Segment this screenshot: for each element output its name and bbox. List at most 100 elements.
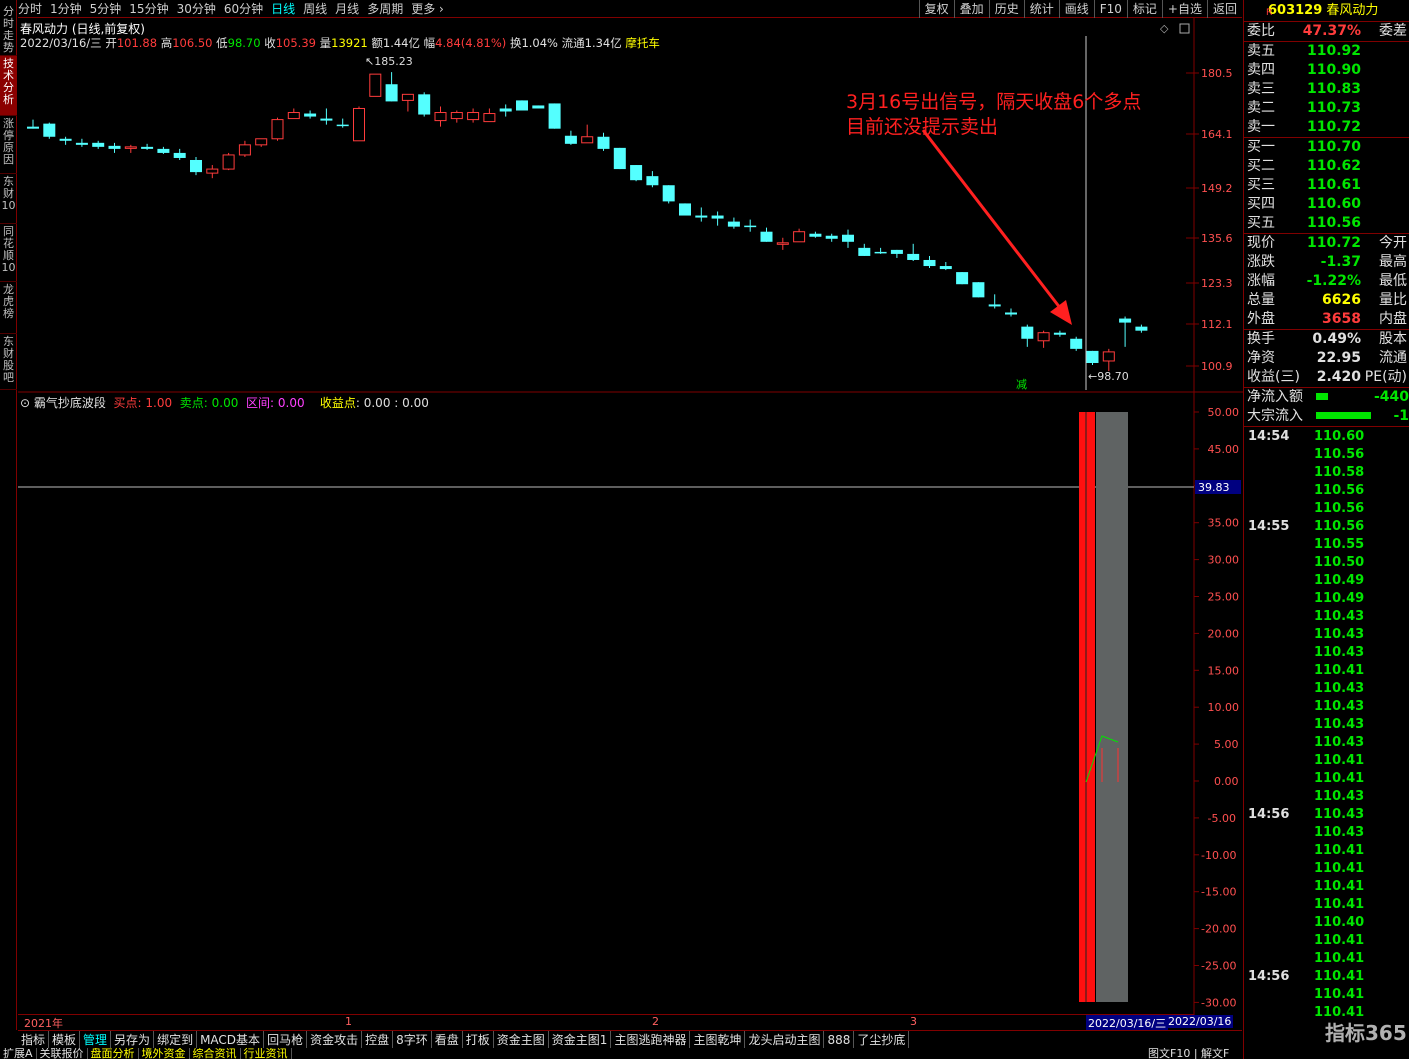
top-button-8[interactable]: 返回 [1206,0,1242,18]
left-tab-4[interactable]: 同花顺10 [0,224,17,282]
indicator-tick-label: 50.00 [1208,406,1240,419]
candle [1070,336,1083,351]
candle [727,217,740,229]
flow-bar [1316,393,1328,400]
candle [320,108,333,125]
stat-row: 外盘 3658 内盘 [1247,311,1407,327]
candle [760,227,773,242]
stats-section: 现价 110.72 今开 涨跌 -1.37 最高 涨幅 -1.22% 最低 总量 6626 量比 外盘 3… [1244,233,1409,329]
bottom-tab-6[interactable]: 回马枪 [264,1031,308,1048]
indicator-tick-label: 35.00 [1208,517,1240,530]
period-tab-0[interactable]: 分时 [18,0,42,18]
tick-row: 110.55 [1314,537,1365,552]
flow-value: -1 [1393,408,1409,424]
bottom-tab2-1[interactable]: 关联报价 [37,1048,88,1059]
bottom-tab-13[interactable]: 资金主图1 [549,1031,612,1048]
candle [336,118,349,128]
bottom-tab-3[interactable]: 另存为 [111,1031,155,1048]
left-tab-6[interactable]: 东财股吧 [0,334,17,390]
top-button-6[interactable]: 标记 [1126,0,1162,18]
period-tab-2[interactable]: 5分钟 [90,0,122,18]
bottom-tab2-5[interactable]: 行业资讯 [241,1048,292,1059]
tick-row: 110.41 [1314,933,1365,948]
bottom-tab-17[interactable]: 888 [824,1031,855,1048]
indicator-title: ⊙ 霸气抄底波段 买点: 1.00 卖点: 0.00 区间: 0.00 收益点:… [20,396,429,410]
bottom-tab-5[interactable]: MACD基本 [197,1031,265,1048]
bottom-tab2-2[interactable]: 盘面分析 [88,1048,139,1059]
indicator-tick-label: 15.00 [1208,664,1240,677]
candle [75,138,88,147]
period-tab-10[interactable]: 更多 › [411,0,444,18]
bottom-tab-8[interactable]: 控盘 [362,1031,394,1048]
top-button-3[interactable]: 统计 [1023,0,1059,18]
price-tick-label: 149.2 [1201,182,1233,195]
bottom-tab-11[interactable]: 打板 [463,1031,494,1048]
top-button-0[interactable]: 复权 [918,0,954,18]
bottom-tab-2[interactable]: 管理 [80,1031,112,1048]
left-tab-bar: 分时走势 技术分析 涨停原因 东财10 同花顺10 龙虎榜 东财股吧 [0,0,17,1030]
top-button-4[interactable]: 画线 [1058,0,1094,18]
candle [711,211,724,226]
bottom-tab-9[interactable]: 8字环 [393,1031,432,1048]
candle [744,219,757,232]
period-tab-9[interactable]: 多周期 [367,0,403,18]
top-button-2[interactable]: 历史 [988,0,1024,18]
bottom-tab-1[interactable]: 模板 [49,1031,81,1048]
indicator-tick-label: -30.00 [1201,996,1236,1009]
tick-row: 14:56 110.41 [1248,969,1365,984]
bottom-tab2-0[interactable]: 扩展A [0,1048,37,1059]
watermark: 指标365 [1325,1021,1407,1045]
candle [304,110,317,119]
candle [695,207,708,222]
annotation-text: 3月16号出信号，隔天收盘6个多点 目前还没提示卖出 [846,91,1142,138]
candle [124,144,137,153]
bottom-tab-16[interactable]: 龙头启动主图 [745,1031,825,1048]
period-tab-3[interactable]: 15分钟 [129,0,168,18]
candle [630,165,643,182]
period-tab-6[interactable]: 日线 [271,0,295,18]
bottom-tab-10[interactable]: 看盘 [432,1031,463,1048]
left-tab-1[interactable]: 技术分析 [0,56,17,116]
period-tab-7[interactable]: 周线 [303,0,327,18]
tick-row: 110.41 [1314,663,1365,678]
tick-row: 110.43 [1314,789,1365,804]
expand-icon [1179,23,1190,34]
bottom-tab-15[interactable]: 主图乾坤 [690,1031,746,1048]
tick-list: 14:54 110.60 110.56 110.58 110.56 110.56 14:55… [1244,426,1409,1022]
candle [1005,308,1017,317]
bottom-tab-14[interactable]: 主图逃跑神器 [611,1031,691,1048]
bottom-tab2-3[interactable]: 境外资金 [139,1048,190,1059]
bottom-tab2-4[interactable]: 综合资讯 [190,1048,241,1059]
candle [59,136,72,145]
candle [141,143,154,150]
bottom-tab-7[interactable]: 资金攻击 [307,1031,363,1048]
period-tab-4[interactable]: 30分钟 [177,0,216,18]
tick-row: 110.43 [1314,681,1365,696]
indicator-tick-label: 10.00 [1208,701,1240,714]
left-tab-5[interactable]: 龙虎榜 [0,282,17,334]
tick-row: 110.49 [1314,591,1365,606]
top-button-5[interactable]: F10 [1093,0,1127,18]
left-tab-2[interactable]: 涨停原因 [0,116,17,174]
candle [890,249,903,258]
flow-bar [1316,412,1371,419]
candle [255,138,268,147]
period-tab-1[interactable]: 1分钟 [50,0,82,18]
candle [874,247,887,254]
min-price-label: ←98.70 [1088,370,1129,383]
bottom-tab-12[interactable]: 资金主图 [494,1031,549,1048]
top-button-1[interactable]: 叠加 [953,0,989,18]
bottom-tab-18[interactable]: 了尘抄底 [854,1031,910,1048]
bottom-right-tabs[interactable]: 图文F10 | 解文F [1145,1048,1232,1059]
left-tab-0[interactable]: 分时走势 [0,4,17,56]
candle [1053,330,1066,337]
tick-row: 110.56 [1314,501,1365,516]
left-tab-3[interactable]: 东财10 [0,174,17,224]
top-button-7[interactable]: +自选 [1161,0,1207,18]
quote-panel: R 603129 春风动力 委比 47.37% 委差 卖五 110.92 卖四 110.90… [1243,0,1409,1059]
period-tab-8[interactable]: 月线 [335,0,359,18]
candle [858,243,871,256]
bottom-tab-4[interactable]: 绑定到 [154,1031,198,1048]
bottom-tab-0[interactable]: 指标 [18,1031,50,1048]
period-tab-5[interactable]: 60分钟 [224,0,263,18]
